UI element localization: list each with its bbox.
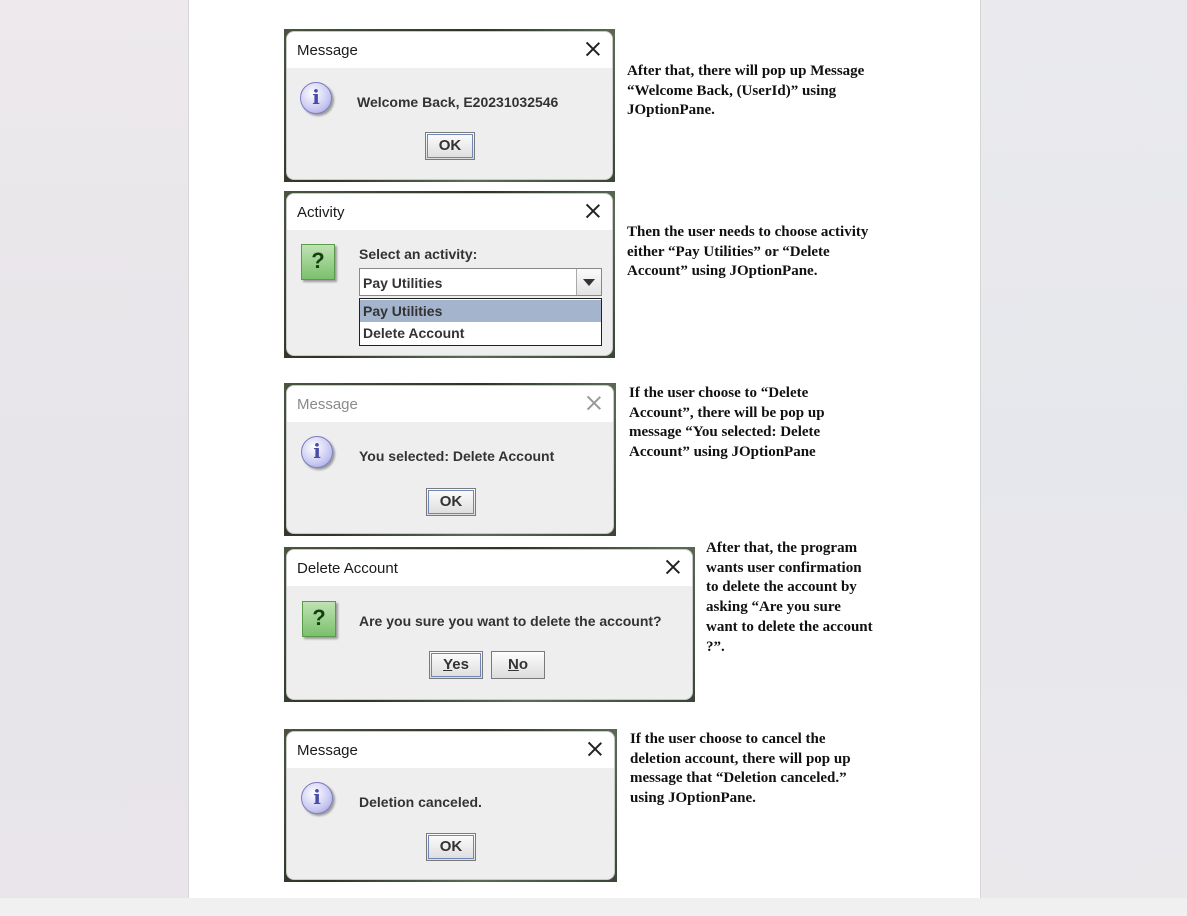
document-page: Message Welcome Back, E20231032546 OK Af… [188, 0, 981, 898]
activity-select-value: Pay Utilities [363, 275, 443, 291]
close-icon[interactable] [666, 560, 680, 574]
close-icon[interactable] [588, 742, 602, 756]
ok-button[interactable]: OK [425, 132, 475, 160]
note-line: wants user confirmation [706, 559, 862, 576]
canceled-dialog-screenshot: Message Deletion canceled. OK [284, 729, 617, 882]
dialog-title: Delete Account [297, 560, 398, 577]
note-line: message that “Deletion canceled.” [630, 770, 847, 787]
option-delete-account[interactable]: Delete Account [360, 322, 601, 344]
dialog-title-bar: Message [287, 732, 614, 768]
question-icon [302, 601, 336, 637]
dialog-message: Deletion canceled. [359, 794, 482, 810]
dialog-title-bar: Delete Account [287, 550, 692, 586]
information-icon [301, 782, 333, 814]
bottom-bar [0, 898, 1187, 916]
note-line: After that, the program [706, 540, 858, 556]
information-icon [301, 436, 333, 468]
activity-options-list: Pay Utilities Delete Account [359, 298, 602, 346]
close-icon[interactable] [586, 204, 600, 218]
canceled-dialog: Message Deletion canceled. OK [286, 731, 615, 880]
close-icon[interactable] [586, 42, 600, 56]
note-line: ?”. [706, 638, 725, 655]
yes-label-rest: es [452, 656, 469, 673]
note-line: asking “Are you sure [706, 599, 841, 616]
note-activity: Then the user needs to choose activity e… [627, 223, 868, 282]
yes-mnemonic: Y [443, 656, 453, 673]
note-line: Account”, there will be pop up [629, 404, 825, 421]
no-mnemonic: N [507, 656, 519, 673]
note-line: If the user choose to cancel the [630, 731, 826, 747]
note-line: want to delete the account [706, 618, 873, 635]
note-line: either “Pay Utilities” or “Delete [627, 243, 830, 260]
note-line: message “You selected: Delete [629, 424, 821, 441]
close-icon[interactable] [587, 396, 601, 410]
option-pay-utilities[interactable]: Pay Utilities [360, 300, 601, 322]
yes-button[interactable]: Yes [429, 651, 483, 679]
note-line: Then the user needs to choose activity [627, 224, 869, 240]
note-line: Account” using JOptionPane [629, 444, 816, 461]
note-line: “Welcome Back, (UserId)” using [627, 82, 837, 99]
note-line: to delete the account by [706, 579, 857, 596]
activity-select[interactable]: Pay Utilities [359, 268, 602, 296]
dialog-title-bar: Message [287, 386, 613, 422]
dialog-title: Message [297, 396, 358, 413]
note-selected: If the user choose to “Delete Account”, … [629, 384, 825, 463]
dialog-title-bar: Message [287, 32, 612, 68]
welcome-dialog-screenshot: Message Welcome Back, E20231032546 OK [284, 29, 615, 182]
note-line: Account” using JOptionPane. [627, 263, 818, 280]
dialog-title-bar: Activity [287, 194, 612, 230]
question-icon [301, 244, 335, 280]
no-label-rest: o [518, 656, 528, 673]
background-right [980, 0, 1187, 898]
selected-dialog: Message You selected: Delete Account OK [286, 385, 614, 534]
activity-dialog: Activity Select an activity: Pay Utiliti… [286, 193, 613, 356]
note-line: After that, there will pop up Message [627, 63, 865, 79]
confirm-dialog: Delete Account Are you sure you want to … [286, 549, 693, 700]
dialog-message: Welcome Back, E20231032546 [357, 94, 559, 110]
selected-dialog-screenshot: Message You selected: Delete Account OK [284, 383, 616, 536]
information-icon [300, 82, 332, 114]
dialog-message: Are you sure you want to delete the acco… [359, 613, 662, 629]
welcome-dialog: Message Welcome Back, E20231032546 OK [286, 31, 613, 180]
activity-dialog-screenshot: Activity Select an activity: Pay Utiliti… [284, 191, 615, 358]
dialog-title: Message [297, 742, 358, 759]
note-line: If the user choose to “Delete [629, 385, 809, 401]
dialog-message: You selected: Delete Account [359, 448, 555, 464]
note-welcome: After that, there will pop up Message “W… [627, 62, 864, 121]
ok-button[interactable]: OK [426, 488, 476, 516]
ok-button[interactable]: OK [426, 833, 476, 861]
dialog-title: Message [297, 42, 358, 59]
dialog-title: Activity [297, 204, 345, 221]
note-canceled: If the user choose to cancel the deletio… [630, 730, 851, 809]
note-line: deletion account, there will pop up [630, 750, 851, 767]
confirm-dialog-screenshot: Delete Account Are you sure you want to … [284, 547, 695, 702]
chevron-down-icon[interactable] [576, 269, 601, 295]
note-line: using JOptionPane. [630, 790, 756, 807]
note-line: JOptionPane. [627, 102, 715, 119]
no-button[interactable]: No [491, 651, 545, 679]
background-left [0, 0, 189, 898]
activity-prompt: Select an activity: [359, 246, 478, 262]
note-confirm: After that, the program wants user confi… [706, 539, 873, 657]
